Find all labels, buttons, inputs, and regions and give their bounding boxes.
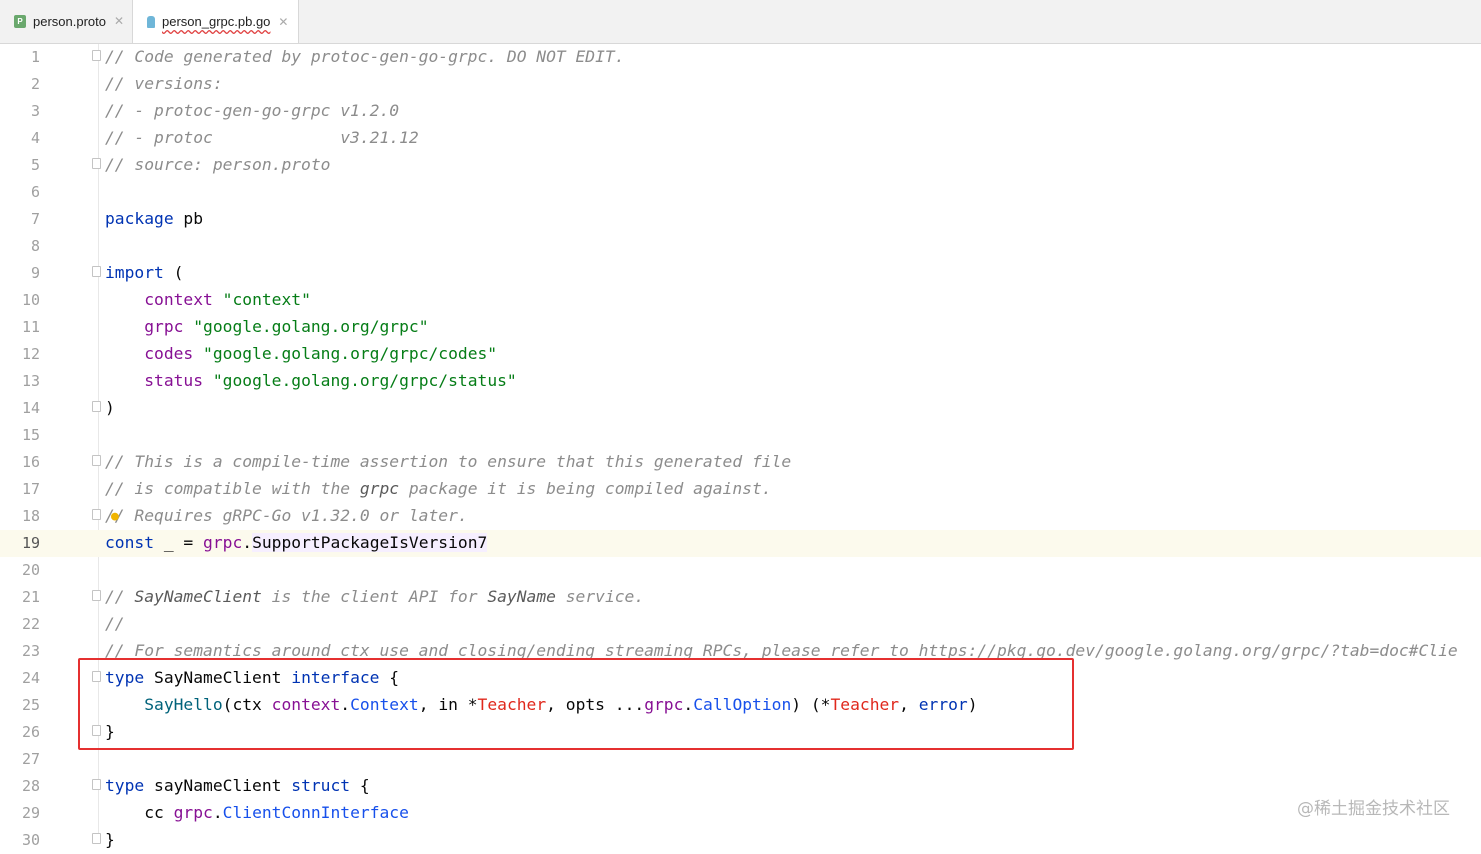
line-number: 9 (30, 264, 40, 282)
code-text: // SayNameClient is the client API for S… (105, 587, 645, 606)
code-line[interactable]: 12 codes "google.golang.org/grpc/codes" (0, 341, 1481, 368)
code-text: context "context" (144, 290, 311, 309)
code-line[interactable]: 22 // (0, 611, 1481, 638)
watermark: @稀土掘金技术社区 (1297, 799, 1450, 819)
line-number: 15 (21, 426, 40, 444)
code-line[interactable]: 9 import ( (0, 260, 1481, 287)
tab-label: person.proto (33, 13, 106, 29)
editor-tab-bar: P person.proto ✕ person_grpc.pb.go ✕ (0, 0, 1481, 44)
code-line[interactable]: 29 cc grpc.ClientConnInterface (0, 800, 1481, 827)
line-number: 5 (30, 156, 40, 174)
code-line[interactable]: 16 // This is a compile-time assertion to… (0, 449, 1481, 476)
code-text: cc grpc.ClientConnInterface (105, 803, 409, 822)
fold-toggle-icon[interactable] (92, 266, 101, 277)
fold-toggle-icon[interactable] (92, 158, 101, 169)
line-number: 22 (21, 615, 40, 633)
code-text: ) (105, 398, 115, 417)
code-line[interactable]: 6 (0, 179, 1481, 206)
code-line[interactable]: 18 // Requires gRPC-Go v1.32.0 or later. ● (0, 503, 1481, 530)
code-line[interactable]: 20 (0, 557, 1481, 584)
code-line[interactable]: 17 // is compatible with the grpc package… (0, 476, 1481, 503)
line-number: 30 (21, 831, 40, 849)
line-number: 7 (30, 210, 40, 228)
code-text: // - protoc v3.21.12 (105, 128, 419, 147)
close-icon[interactable]: ✕ (114, 14, 124, 28)
proto-file-icon: P (14, 14, 26, 28)
code-line[interactable]: 13 status "google.golang.org/grpc/status… (0, 368, 1481, 395)
line-number: 26 (21, 723, 40, 741)
tab-person-proto[interactable]: P person.proto ✕ (0, 0, 131, 42)
code-text: status "google.golang.org/grpc/status" (144, 371, 517, 390)
code-line[interactable]: 11 grpc "google.golang.org/grpc" (0, 314, 1481, 341)
line-number: 4 (30, 129, 40, 147)
fold-toggle-icon[interactable] (92, 401, 101, 412)
line-number: 20 (21, 561, 40, 579)
code-text: type sayNameClient struct { (105, 776, 370, 795)
code-line[interactable]: 14) (0, 395, 1481, 422)
go-file-icon (147, 15, 155, 28)
code-text: // (105, 614, 125, 633)
code-line[interactable]: 5 // source: person.proto (0, 152, 1481, 179)
code-text: package pb (105, 209, 204, 228)
fold-toggle-icon[interactable] (92, 590, 101, 601)
code-text: codes "google.golang.org/grpc/codes" (144, 344, 498, 363)
line-number: 10 (21, 291, 40, 309)
fold-toggle-icon[interactable] (92, 455, 101, 466)
line-number: 25 (21, 696, 40, 714)
code-text: // - protoc-gen-go-grpc v1.2.0 (105, 101, 400, 120)
code-line[interactable]: 8 (0, 233, 1481, 260)
code-text: // versions: (105, 74, 223, 93)
code-text: // is compatible with the grpc package i… (105, 479, 772, 498)
line-number: 16 (21, 453, 40, 471)
line-number: 24 (21, 669, 40, 687)
tab-label: person_grpc.pb.go (162, 14, 271, 29)
code-line[interactable]: 7 package pb (0, 206, 1481, 233)
tab-person-grpc-pb-go[interactable]: person_grpc.pb.go ✕ (132, 0, 299, 43)
code-line[interactable]: 19 const _ = grpc.SupportPackageIsVersion… (0, 530, 1481, 557)
code-line[interactable]: 3 // - protoc-gen-go-grpc v1.2.0 (0, 98, 1481, 125)
code-text: // This is a compile-time assertion to e… (105, 452, 792, 471)
line-number: 13 (21, 372, 40, 390)
line-number: 23 (21, 642, 40, 660)
code-line[interactable]: 28 type sayNameClient struct { (0, 773, 1481, 800)
fold-toggle-icon[interactable] (92, 50, 101, 61)
line-number: 19 (21, 534, 40, 552)
line-number: 18 (21, 507, 40, 525)
code-text: const _ = grpc.SupportPackageIsVersion7 (105, 533, 488, 552)
line-number: 11 (21, 318, 40, 336)
line-number: 1 (30, 48, 40, 66)
line-number: 29 (21, 804, 40, 822)
code-line[interactable]: 1 // Code generated by protoc-gen-go-grpc… (0, 44, 1481, 71)
code-text: // Code generated by protoc-gen-go-grpc.… (105, 47, 625, 66)
line-number: 2 (30, 75, 40, 93)
line-number: 6 (30, 183, 40, 201)
fold-toggle-icon[interactable] (92, 509, 101, 520)
code-line[interactable]: 27 (0, 746, 1481, 773)
code-line[interactable]: 10 context "context" (0, 287, 1481, 314)
code-line[interactable]: 30} (0, 827, 1481, 854)
line-number: 17 (21, 480, 40, 498)
code-line[interactable]: 4 // - protoc v3.21.12 (0, 125, 1481, 152)
line-number: 3 (30, 102, 40, 120)
code-text: // Requires gRPC-Go v1.32.0 or later. (105, 506, 468, 525)
line-number: 14 (21, 399, 40, 417)
code-text: } (105, 830, 115, 849)
line-number: 21 (21, 588, 40, 606)
close-icon[interactable]: ✕ (278, 15, 288, 29)
line-number: 12 (21, 345, 40, 363)
code-text: import ( (105, 263, 184, 282)
fold-toggle-icon[interactable] (92, 779, 101, 790)
code-line[interactable]: 15 (0, 422, 1481, 449)
code-text: // source: person.proto (105, 155, 331, 174)
code-line[interactable]: 2 // versions: (0, 71, 1481, 98)
line-number: 27 (21, 750, 40, 768)
line-number: 8 (30, 237, 40, 255)
line-number: 28 (21, 777, 40, 795)
highlight-box (78, 658, 1074, 750)
code-line[interactable]: 21 // SayNameClient is the client API for… (0, 584, 1481, 611)
lightbulb-icon[interactable]: ● (111, 510, 121, 523)
code-text: grpc "google.golang.org/grpc" (144, 317, 429, 336)
